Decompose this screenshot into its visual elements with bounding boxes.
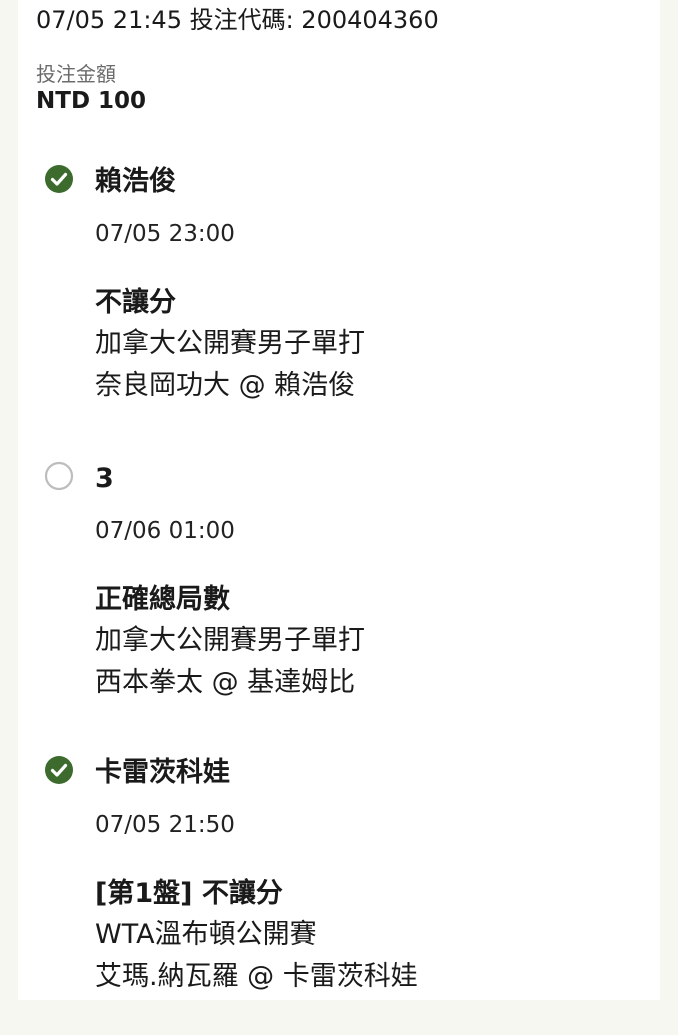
bet-leg: 卡雷茨科娃 07/05 21:50 [第1盤] 不讓分 WTA溫布頓公開賽 艾瑪… [18,755,660,1035]
selection-name: 賴浩俊 [95,166,176,197]
event-name: 加拿大公開賽男子單打 [95,328,365,359]
event-time: 07/05 21:50 [95,812,235,838]
check-circle-icon [45,165,73,193]
market-type: 不讓分 [95,287,176,318]
selection-name: 卡雷茨科娃 [95,757,230,788]
event-time: 07/05 23:00 [95,221,235,247]
selection-name: 3 [95,463,114,494]
bet-leg: 3 07/06 01:00 正確總局數 加拿大公開賽男子單打 西本拳太 @ 基達… [18,461,660,741]
event-name: 加拿大公開賽男子單打 [95,625,365,656]
event-name: WTA溫布頓公開賽 [95,919,317,950]
check-circle-icon [45,756,73,784]
event-time: 07/06 01:00 [95,518,235,544]
matchup: 奈良岡功大 @ 賴浩俊 [95,370,356,401]
stake-label: 投注金額 [36,62,116,86]
stake-amount: NTD 100 [36,88,147,114]
matchup: 艾瑪.納瓦羅 @ 卡雷茨科娃 [95,961,418,992]
matchup: 西本拳太 @ 基達姆比 [95,667,356,698]
empty-circle-icon [44,461,74,491]
market-type: [第1盤] 不讓分 [95,878,283,909]
bet-header-line: 07/05 21:45 投注代碼: 200404360 [36,6,439,34]
bet-slip-card: 07/05 21:45 投注代碼: 200404360 投注金額 NTD 100… [18,0,660,1000]
market-type: 正確總局數 [95,584,230,615]
bet-leg: 賴浩俊 07/05 23:00 不讓分 加拿大公開賽男子單打 奈良岡功大 @ 賴… [18,164,660,444]
